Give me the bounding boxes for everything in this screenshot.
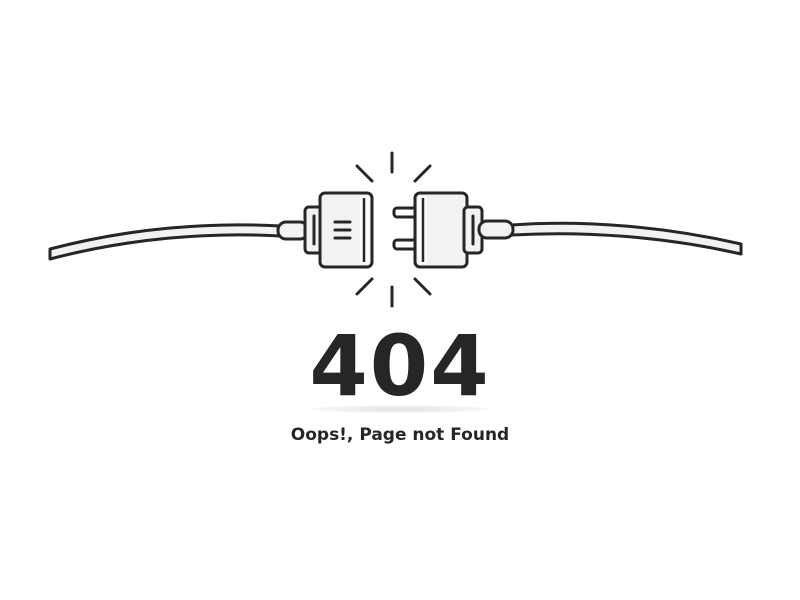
error-code-shadow — [312, 405, 488, 413]
error-code: 404 — [309, 317, 491, 415]
left-cable — [48, 223, 282, 261]
right-cable — [510, 221, 743, 256]
error-message: Oops!, Page not Found — [290, 425, 510, 445]
right-plug-icon — [392, 191, 515, 269]
error-page: 404 Oops!, Page not Found — [0, 0, 800, 600]
left-plug-icon — [276, 191, 374, 269]
unplugged-cable-icon — [48, 151, 743, 308]
